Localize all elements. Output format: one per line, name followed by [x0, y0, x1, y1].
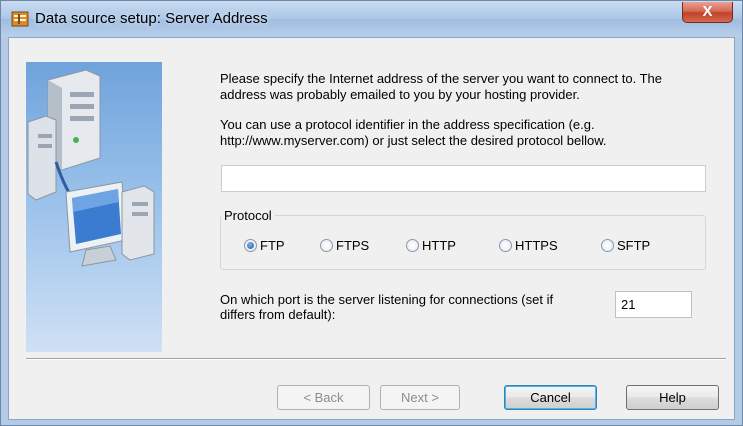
radio-checked-icon — [244, 238, 257, 252]
servers-icon — [27, 69, 155, 267]
radio-label: HTTPS — [515, 237, 558, 253]
protocol-radio-https[interactable]: HTTPS — [499, 237, 558, 253]
protocol-hint-text: You can use a protocol identifier in the… — [220, 117, 607, 148]
radio-unchecked-icon — [320, 238, 333, 252]
window-title: Data source setup: Server Address — [35, 10, 268, 27]
dialog-content: Please specify the Internet address of t… — [8, 37, 735, 420]
radio-label: SFTP — [617, 237, 651, 253]
help-button[interactable]: Help — [626, 385, 719, 410]
radio-label: FTP — [260, 237, 285, 253]
protocol-radio-ftp[interactable]: FTP — [244, 237, 285, 253]
protocol-legend: Protocol — [221, 208, 275, 223]
title-bar[interactable]: Data source setup: Server Address X — [1, 1, 742, 37]
radio-label: FTPS — [336, 237, 370, 253]
app-icon — [11, 11, 29, 27]
network-servers-illustration — [26, 62, 162, 352]
next-button[interactable]: Next > — [380, 385, 460, 410]
protocol-radio-http[interactable]: HTTP — [406, 237, 456, 253]
radio-label: HTTP — [422, 237, 456, 253]
port-input[interactable]: 21 — [615, 291, 692, 318]
intro-text: Please specify the Internet address of t… — [220, 71, 663, 102]
close-icon: X — [702, 3, 713, 20]
back-button[interactable]: < Back — [277, 385, 370, 410]
cancel-button[interactable]: Cancel — [504, 385, 597, 410]
server-address-input[interactable] — [221, 165, 706, 192]
radio-unchecked-icon — [406, 238, 419, 252]
dialog-window: Data source setup: Server Address X Plea… — [0, 0, 743, 426]
port-label: On which port is the server listening fo… — [220, 292, 554, 322]
radio-unchecked-icon — [499, 238, 512, 252]
separator — [26, 358, 726, 360]
radio-unchecked-icon — [601, 238, 614, 252]
protocol-radio-ftps[interactable]: FTPS — [320, 237, 369, 253]
close-button[interactable]: X — [682, 2, 733, 23]
protocol-radio-sftp[interactable]: SFTP — [601, 237, 650, 253]
